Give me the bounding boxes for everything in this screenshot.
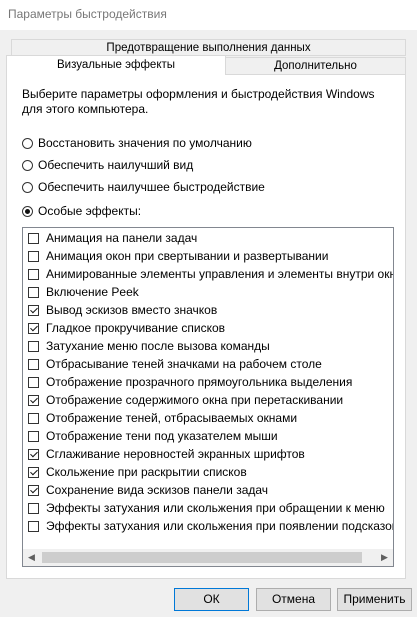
window-title: Параметры быстродействия [8,7,167,21]
checkbox[interactable] [28,412,39,424]
effect-label: Включение Peek [46,285,139,299]
effect-label: Вывод эскизов вместо значков [46,303,218,317]
radio-option[interactable]: Особые эффекты: [22,203,141,219]
effect-item[interactable]: Отображение прозрачного прямоугольника в… [28,373,352,391]
effect-item[interactable]: Отображение тени под указателем мыши [28,427,278,445]
checkbox[interactable] [28,394,39,406]
effect-label: Отображение теней, отбрасываемых окнами [46,411,298,425]
radio-option[interactable]: Обеспечить наилучший вид [22,157,193,173]
checkbox[interactable] [28,520,39,532]
tab-advanced[interactable]: Дополнительно [225,57,406,75]
effect-item[interactable]: Эффекты затухания или скольжения при поя… [28,517,394,535]
radio-option[interactable]: Восстановить значения по умолчанию [22,135,252,151]
checkbox[interactable] [28,268,39,280]
effect-item[interactable]: Отображение содержимого окна при перетас… [28,391,343,409]
radio-label: Обеспечить наилучшее быстродействие [38,180,265,194]
checkbox[interactable] [28,340,39,352]
effect-label: Сохранение вида эскизов панели задач [46,483,269,497]
effect-item[interactable]: Затухание меню после вызова команды [28,337,270,355]
checkbox[interactable] [28,448,39,460]
effect-label: Затухание меню после вызова команды [46,339,270,353]
effect-item[interactable]: Вывод эскизов вместо значков [28,301,217,319]
effect-item[interactable]: Сглаживание неровностей экранных шрифтов [28,445,305,463]
radio-label: Особые эффекты: [38,204,142,218]
effect-item[interactable]: Отбрасывание теней значками на рабочем с… [28,355,322,373]
effects-listbox[interactable]: Анимация на панели задач Анимация окон пр… [22,227,394,567]
checkbox[interactable] [28,232,39,244]
effect-item[interactable]: Скольжение при раскрытии списков [28,463,247,481]
effect-item[interactable]: Анимация на панели задач [28,229,197,247]
effect-label: Эффекты затухания или скольжения при обр… [46,501,385,515]
effect-label: Отбрасывание теней значками на рабочем с… [46,357,322,371]
effect-label: Сглаживание неровностей экранных шрифтов [46,447,305,461]
effect-label: Эффекты затухания или скольжения при поя… [46,519,394,533]
radio-option[interactable]: Обеспечить наилучшее быстродействие [22,179,265,195]
radio-button[interactable] [22,137,33,149]
cancel-button[interactable]: Отмена [256,588,331,611]
scrollbar-thumb[interactable] [42,552,362,563]
checkbox[interactable] [28,376,39,388]
ok-button[interactable]: ОК [174,588,249,611]
effect-label: Анимированные элементы управления и элем… [46,267,394,281]
scroll-right-arrow-icon[interactable]: ▶ [376,549,393,566]
horizontal-scrollbar[interactable]: ◀ ▶ [23,549,393,566]
effect-label: Анимация на панели задач [46,231,198,245]
checkbox[interactable] [28,358,39,370]
checkbox[interactable] [28,286,39,298]
checkbox[interactable] [28,484,39,496]
tab-visual-effects[interactable]: Визуальные эффекты [6,55,226,75]
tab-dep[interactable]: Предотвращение выполнения данных [11,39,406,56]
checkbox[interactable] [28,322,39,334]
checkbox[interactable] [28,430,39,442]
radio-button[interactable] [22,159,33,171]
effect-label: Скольжение при раскрытии списков [46,465,247,479]
effect-item[interactable]: Анимированные элементы управления и элем… [28,265,394,283]
checkbox[interactable] [28,466,39,478]
effect-label: Гладкое прокручивание списков [46,321,226,335]
effect-label: Анимация окон при свертывании и разверты… [46,249,329,263]
effect-item[interactable]: Отображение теней, отбрасываемых окнами [28,409,297,427]
radio-label: Восстановить значения по умолчанию [38,136,252,150]
effect-label: Отображение тени под указателем мыши [46,429,278,443]
checkbox[interactable] [28,502,39,514]
effect-item[interactable]: Включение Peek [28,283,139,301]
checkbox[interactable] [28,304,39,316]
effect-label: Отображение содержимого окна при перетас… [46,393,344,407]
apply-button[interactable]: Применить [337,588,412,611]
effect-item[interactable]: Эффекты затухания или скольжения при обр… [28,499,385,517]
scroll-left-arrow-icon[interactable]: ◀ [23,549,40,566]
checkbox[interactable] [28,250,39,262]
description-text: Выберите параметры оформления и быстроде… [22,87,375,116]
title-bar: Параметры быстродействия [0,0,417,30]
radio-label: Обеспечить наилучший вид [38,158,194,172]
effect-label: Отображение прозрачного прямоугольника в… [46,375,353,389]
effect-item[interactable]: Анимация окон при свертывании и разверты… [28,247,328,265]
effect-item[interactable]: Сохранение вида эскизов панели задач [28,481,268,499]
effect-item[interactable]: Гладкое прокручивание списков [28,319,225,337]
radio-button[interactable] [22,205,33,217]
radio-button[interactable] [22,181,33,193]
